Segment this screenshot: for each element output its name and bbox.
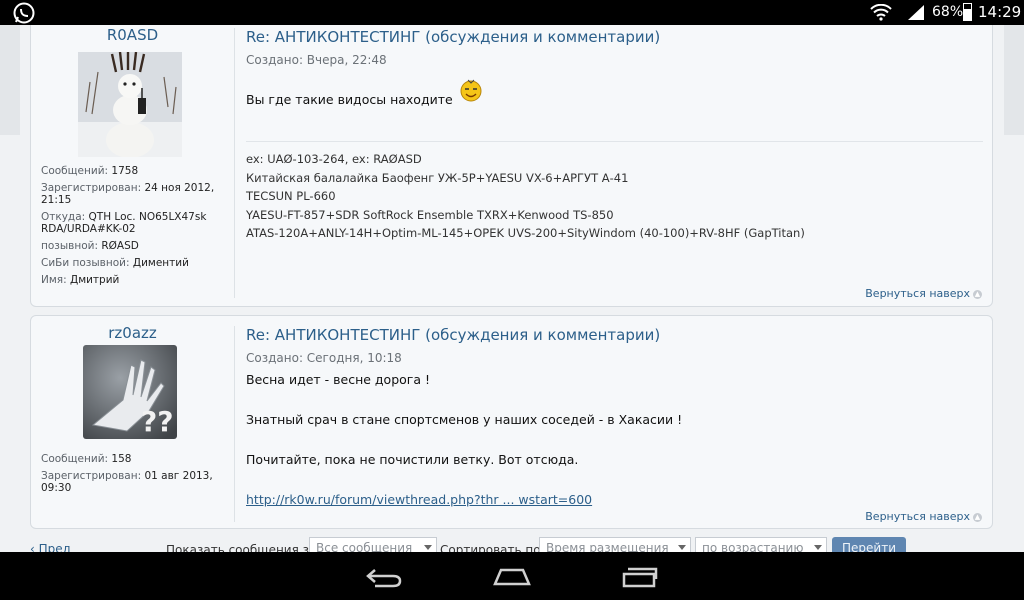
status-bar: 68% 14:29 bbox=[0, 0, 1024, 25]
order-select[interactable]: по возрастанию bbox=[695, 537, 827, 552]
svg-text:??: ?? bbox=[141, 405, 173, 438]
back-to-top-label: Вернуться наверх bbox=[865, 287, 970, 300]
clock: 14:29 bbox=[978, 3, 1022, 21]
profile-divider bbox=[234, 326, 235, 522]
smiley-icon bbox=[460, 78, 482, 105]
page-margin-left bbox=[0, 25, 20, 135]
signature-line: Китайская балалайка Баофенг УЖ-5Р+YAESU … bbox=[246, 170, 629, 185]
chevron-down-icon bbox=[678, 545, 686, 550]
forum-page: R0ASD Сообщений: 1758 Зарегистрирован: 2… bbox=[0, 25, 1024, 552]
battery-percent: 68% bbox=[932, 4, 964, 20]
arrow-up-icon: ▲ bbox=[973, 289, 982, 299]
signature-line: TECSUN PL-660 bbox=[246, 189, 336, 203]
recent-apps-icon[interactable] bbox=[622, 566, 658, 588]
post-link[interactable]: http://rk0w.ru/forum/viewthread.php?thr … bbox=[246, 492, 592, 507]
signature-line: ex: UAØ-103-264, ex: RAØASD bbox=[246, 152, 422, 166]
avatar[interactable] bbox=[78, 51, 182, 158]
signal-icon bbox=[908, 5, 924, 24]
post-title[interactable]: Re: АНТИКОНТЕСТИНГ (обсуждения и коммент… bbox=[246, 28, 660, 46]
post-author[interactable]: R0ASD bbox=[31, 26, 234, 44]
home-icon[interactable] bbox=[493, 566, 531, 586]
prev-page-link[interactable]: ‹ Пред bbox=[30, 542, 71, 552]
post: rz0azz ?? Сообщений: 158 Зарегистрирован… bbox=[30, 315, 993, 529]
stat-cb-callsign: СиБи позывной: Диментий bbox=[41, 257, 189, 269]
post-date: Создано: Сегодня, 10:18 bbox=[246, 351, 402, 365]
arrow-up-icon: ▲ bbox=[973, 512, 982, 522]
profile-divider bbox=[234, 28, 235, 298]
chevron-down-icon bbox=[814, 545, 822, 550]
whatsapp-icon[interactable] bbox=[13, 2, 35, 24]
stat-location: Откуда: QTH Loc. NO65LX47sk RDA/URDA#KK-… bbox=[41, 211, 207, 235]
stat-posts: Сообщений: 158 bbox=[41, 453, 132, 465]
go-button[interactable]: Перейти bbox=[832, 537, 906, 552]
post: R0ASD Сообщений: 1758 Зарегистрирован: 2… bbox=[30, 25, 993, 307]
back-to-top-link[interactable]: Вернуться наверх ▲ bbox=[865, 510, 982, 523]
wifi-icon bbox=[870, 3, 892, 25]
stat-registered: Зарегистрирован: 01 авг 2013, 09:30 bbox=[41, 470, 213, 494]
signature-line: ATAS-120A+ANLY-14H+Optim-ML-145+OPEK UVS… bbox=[246, 226, 805, 240]
author-stats: Сообщений: 158 Зарегистрирован: 01 авг 2… bbox=[41, 453, 231, 499]
avatar[interactable]: ?? bbox=[83, 345, 177, 439]
sort-value: Время размещения bbox=[546, 541, 669, 552]
show-posts-value: Все сообщения bbox=[316, 541, 413, 552]
back-to-top-link[interactable]: Вернуться наверх ▲ bbox=[865, 287, 982, 300]
back-icon[interactable] bbox=[365, 566, 403, 588]
post-text: Вы где такие видосы находите bbox=[246, 92, 453, 107]
order-value: по возрастанию bbox=[702, 541, 804, 552]
chevron-down-icon bbox=[424, 545, 432, 550]
back-to-top-label: Вернуться наверх bbox=[865, 510, 970, 523]
post-body: Вы где такие видосы находите bbox=[246, 79, 986, 111]
page-margin-right bbox=[1004, 25, 1024, 135]
post-signature: ex: UAØ-103-264, ex: RAØASD Китайская ба… bbox=[246, 141, 983, 243]
signature-line: YAESU-FT-857+SDR SoftRock Ensemble TXRX+… bbox=[246, 207, 614, 222]
prev-label: Пред bbox=[38, 542, 71, 552]
stat-posts: Сообщений: 1758 bbox=[41, 165, 139, 177]
sort-select[interactable]: Время размещения bbox=[539, 537, 691, 552]
post-author[interactable]: rz0azz bbox=[31, 324, 234, 342]
post-text: Весна идет - весне дорога ! bbox=[246, 372, 430, 387]
stat-registered: Зарегистрирован: 24 ноя 2012, 21:15 bbox=[41, 182, 215, 206]
sort-label: Сортировать по: bbox=[440, 543, 545, 552]
post-text: Почитайте, пока не почистили ветку. Вот … bbox=[246, 452, 579, 467]
post-date: Создано: Вчера, 22:48 bbox=[246, 53, 387, 67]
post-body: Весна идет - весне дорога ! Знатный срач… bbox=[246, 372, 986, 508]
post-text: Знатный срач в стане спортсменов у наших… bbox=[246, 412, 683, 427]
topic-toolbar: ‹ Пред Показать сообщения за: Все сообще… bbox=[0, 537, 1024, 552]
stat-callsign: позывной: RØASD bbox=[41, 240, 139, 252]
show-posts-select[interactable]: Все сообщения bbox=[309, 537, 437, 552]
battery-icon bbox=[963, 3, 972, 21]
author-stats: Сообщений: 1758 Зарегистрирован: 24 ноя … bbox=[41, 165, 231, 291]
show-posts-label: Показать сообщения за: bbox=[166, 543, 321, 552]
stat-name: Имя: Дмитрий bbox=[41, 274, 120, 286]
post-title[interactable]: Re: АНТИКОНТЕСТИНГ (обсуждения и коммент… bbox=[246, 326, 660, 344]
android-nav-bar bbox=[0, 552, 1024, 600]
